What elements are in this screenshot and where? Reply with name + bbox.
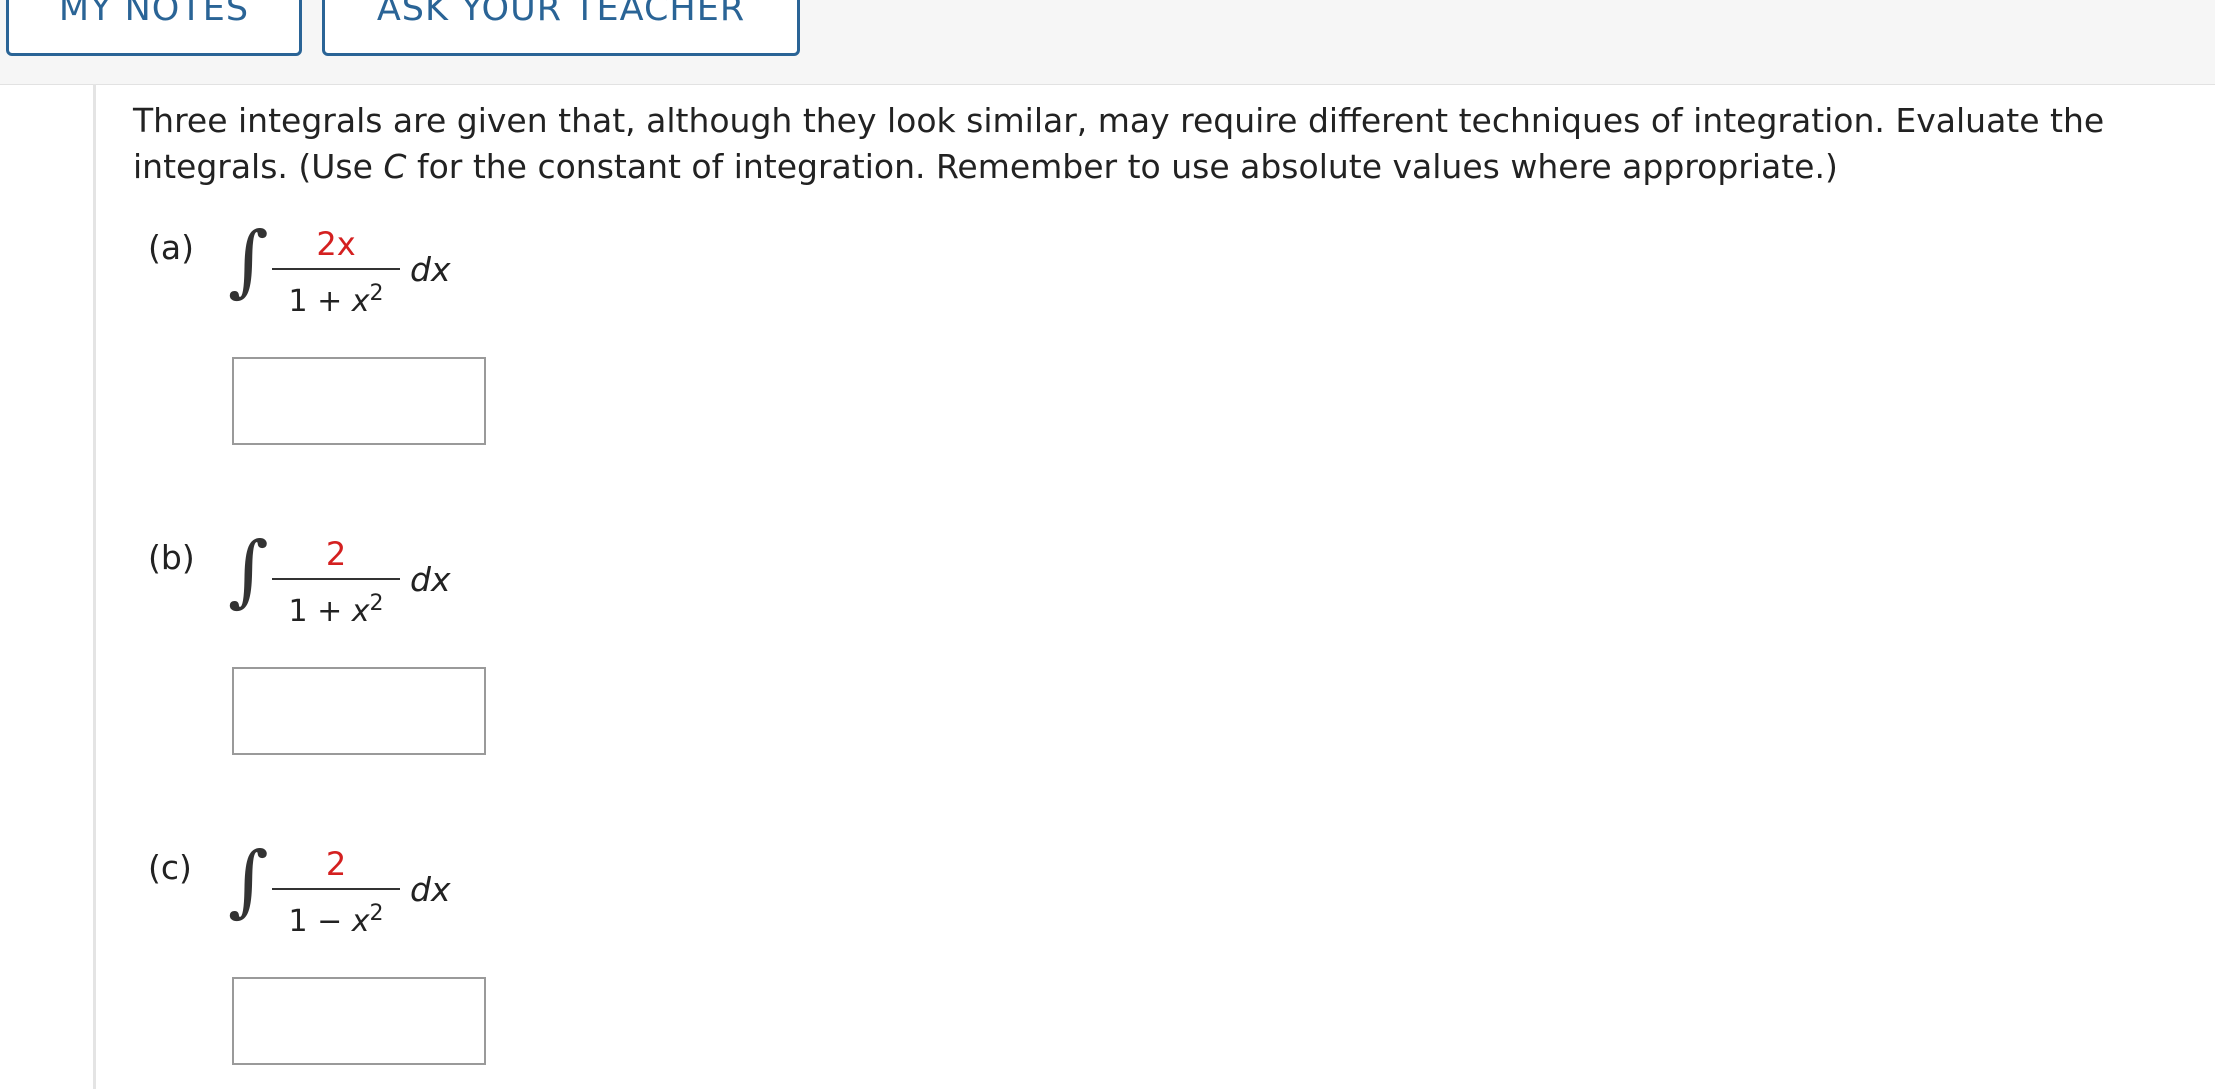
numerator: 2 [325, 535, 347, 573]
integral-sign: ∫ [228, 836, 269, 926]
part-a: (a) ∫ 2x 1 + x2 dx [148, 222, 748, 368]
denominator: 1 + x2 [272, 274, 400, 322]
part-label: (b) [148, 538, 195, 577]
differential: dx [410, 560, 451, 599]
numerator: 2x [316, 225, 356, 263]
denominator: 1 + x2 [272, 584, 400, 632]
instructions-text-end: for the constant of integration. Remembe… [406, 147, 1838, 186]
integral-sign: ∫ [228, 216, 269, 306]
denominator-variable: x [351, 594, 370, 629]
my-notes-button[interactable]: MY NOTES [6, 0, 302, 56]
part-c: (c) ∫ 2 1 − x2 dx [148, 842, 748, 988]
fraction-bar [272, 888, 400, 890]
denominator-variable: x [351, 284, 370, 319]
fraction-bar [272, 268, 400, 270]
answer-input-c[interactable] [232, 977, 486, 1065]
part-b: (b) ∫ 2 1 + x2 dx [148, 532, 748, 678]
part-label: (c) [148, 848, 192, 887]
integral-sign: ∫ [228, 526, 269, 616]
integrand-fraction: 2 1 + x2 [272, 532, 400, 632]
denominator-exponent: 2 [369, 281, 384, 306]
differential: dx [410, 250, 451, 289]
differential: dx [410, 870, 451, 909]
denominator: 1 − x2 [272, 894, 400, 942]
numerator: 2 [325, 845, 347, 883]
denominator-constant: 1 [288, 904, 308, 939]
denominator-variable: x [351, 904, 370, 939]
part-label: (a) [148, 228, 194, 267]
left-divider [93, 84, 96, 1089]
denominator-operator: + [317, 594, 343, 629]
integrand-fraction: 2 1 − x2 [272, 842, 400, 942]
answer-input-a[interactable] [232, 357, 486, 445]
denominator-exponent: 2 [369, 901, 384, 926]
ask-your-teacher-button[interactable]: ASK YOUR TEACHER [322, 0, 800, 56]
answer-input-b[interactable] [232, 667, 486, 755]
question-instructions: Three integrals are given that, although… [133, 98, 2193, 190]
denominator-constant: 1 [288, 594, 308, 629]
denominator-constant: 1 [288, 284, 308, 319]
denominator-operator: − [317, 904, 343, 939]
top-toolbar: MY NOTES ASK YOUR TEACHER [0, 0, 2215, 85]
denominator-operator: + [317, 284, 343, 319]
fraction-bar [272, 578, 400, 580]
integrand-fraction: 2x 1 + x2 [272, 222, 400, 322]
denominator-exponent: 2 [369, 591, 384, 616]
constant-symbol: C [383, 147, 407, 186]
